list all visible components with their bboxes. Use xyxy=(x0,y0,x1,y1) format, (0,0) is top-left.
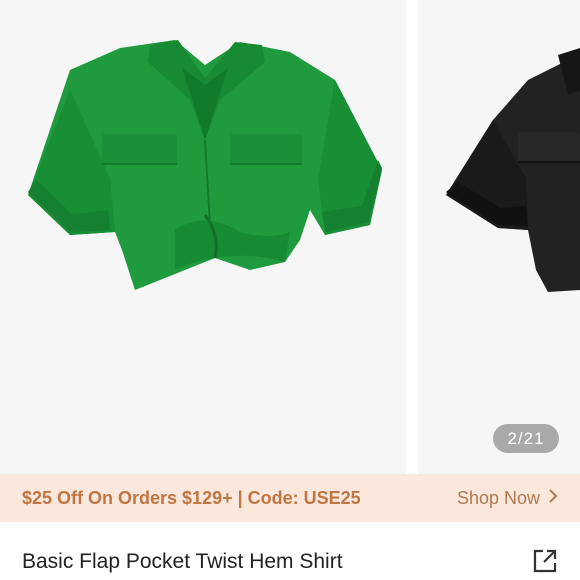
product-title: Basic Flap Pocket Twist Hem Shirt xyxy=(22,550,343,573)
promo-banner[interactable]: $25 Off On Orders $129+ | Code: USE25 Sh… xyxy=(0,474,580,522)
product-image-green[interactable] xyxy=(0,0,406,474)
product-image-gallery[interactable]: 2/21 xyxy=(0,0,580,474)
share-external-icon[interactable] xyxy=(532,548,558,574)
product-title-row: Basic Flap Pocket Twist Hem Shirt xyxy=(0,522,580,580)
green-shirt-illustration xyxy=(28,40,382,290)
image-counter-badge: 2/21 xyxy=(493,424,559,453)
shop-now-link[interactable]: Shop Now xyxy=(457,474,558,522)
black-shirt-illustration xyxy=(446,48,580,292)
shop-now-label: Shop Now xyxy=(456,487,540,508)
chevron-right-icon xyxy=(548,488,558,509)
promo-text: $25 Off On Orders $129+ | Code: USE25 xyxy=(22,488,361,508)
product-image-black[interactable] xyxy=(418,0,580,474)
